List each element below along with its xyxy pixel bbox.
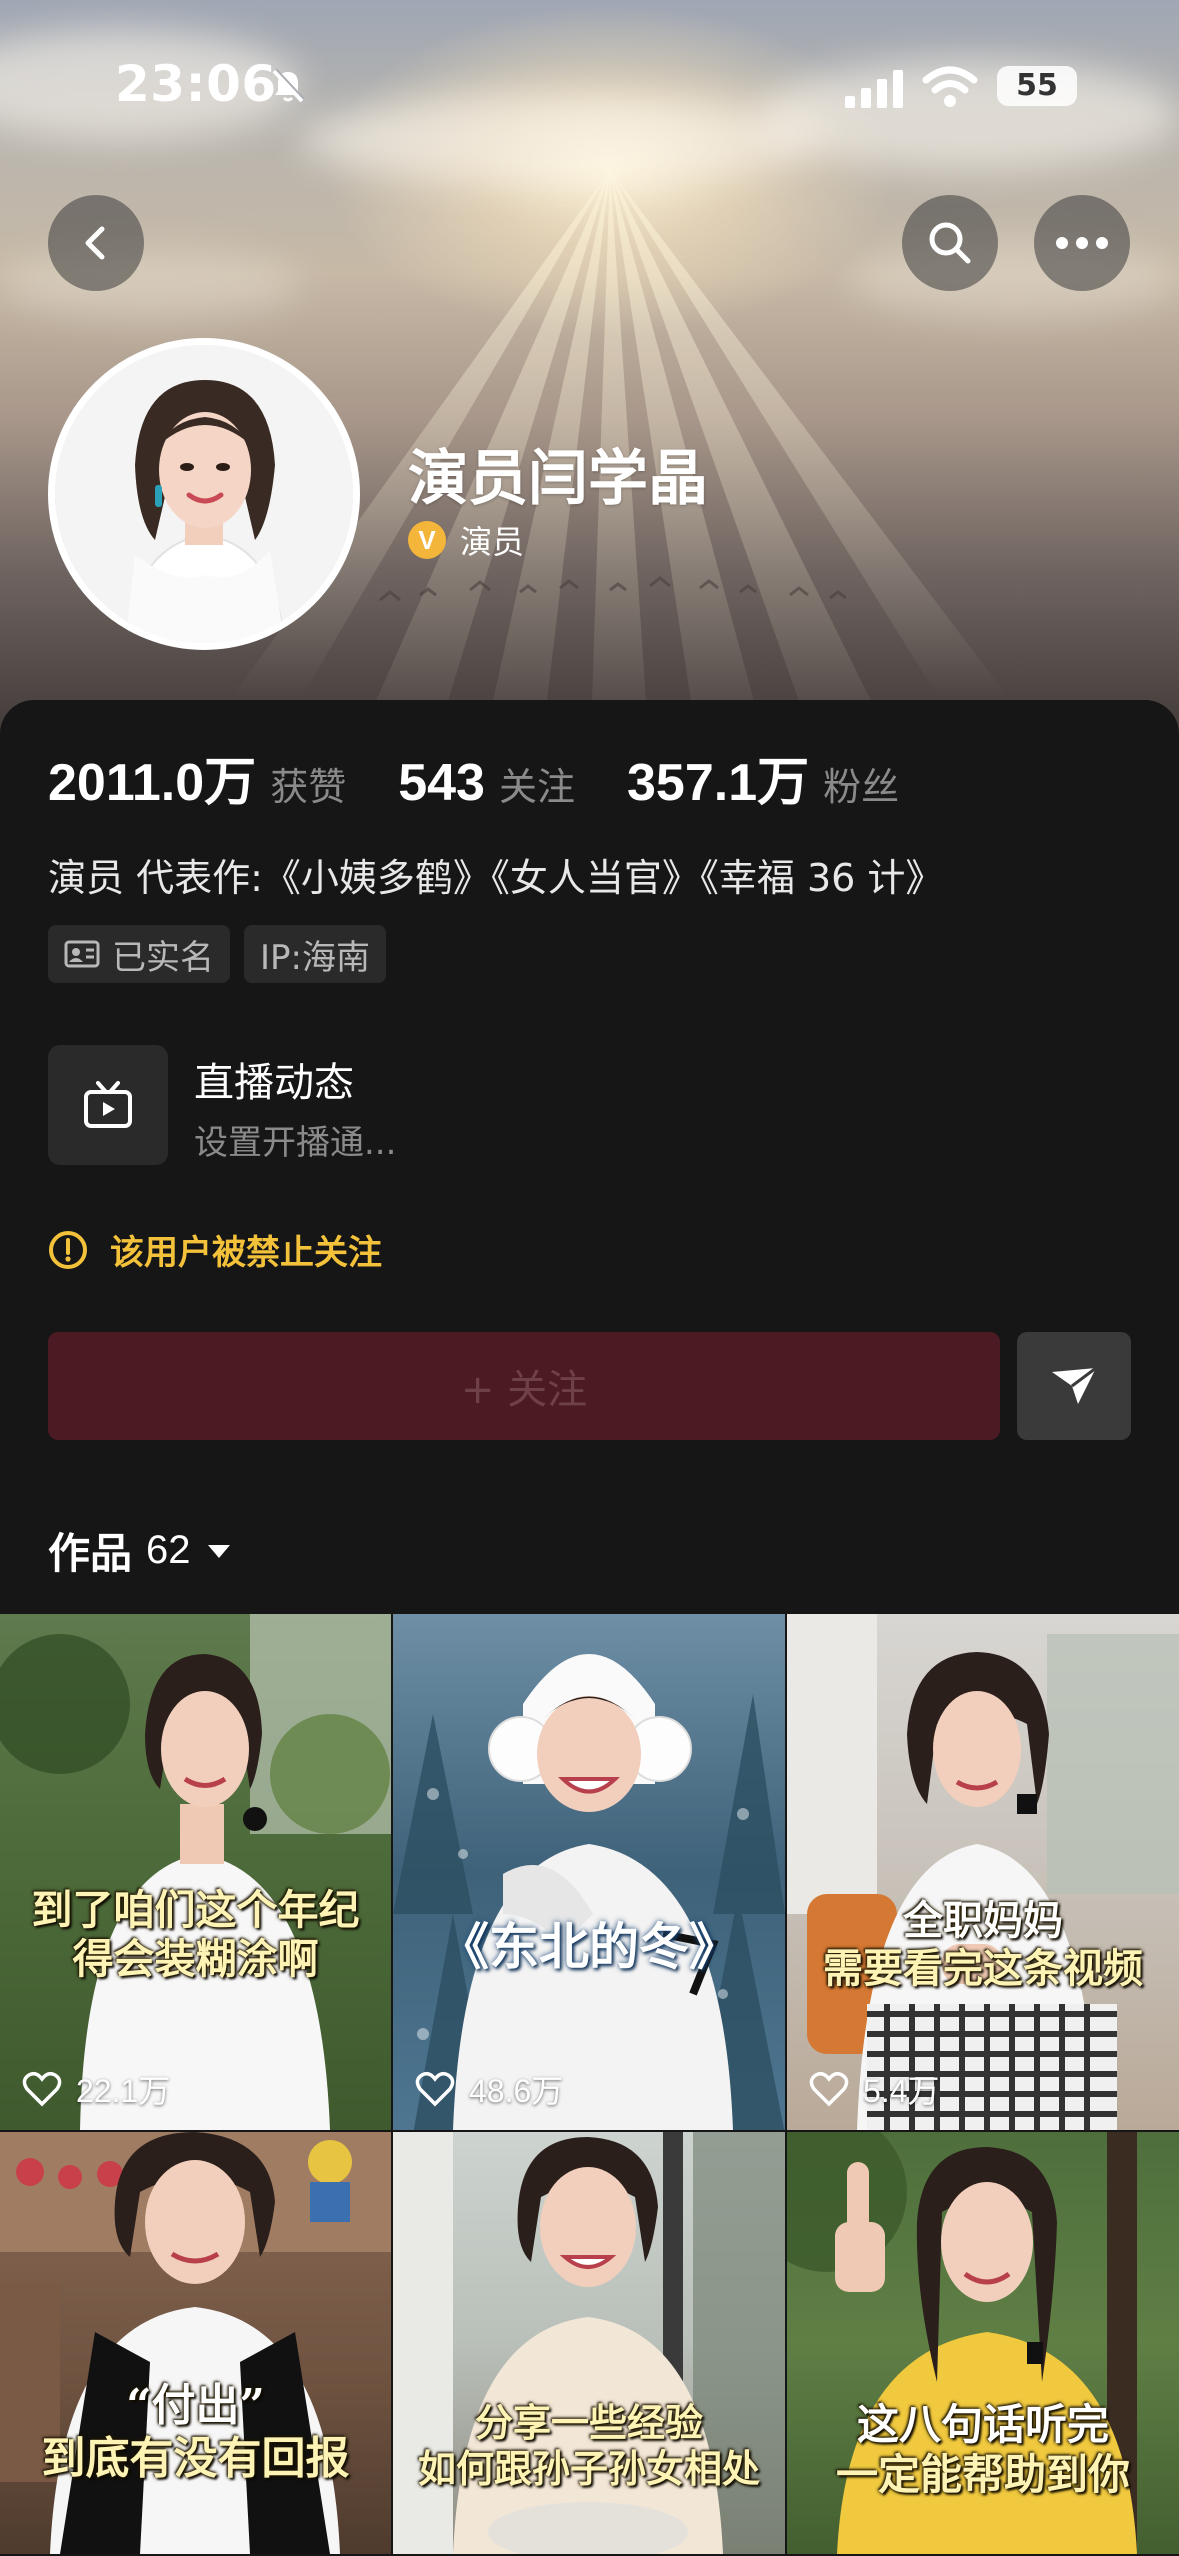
heart-icon [415,2071,455,2107]
search-button[interactable] [902,195,998,291]
video-frame-1 [0,1614,391,2130]
chevron-left-icon [85,226,105,260]
video-like-count: 48.6万 [469,2073,564,2109]
avatar-photo [55,345,353,643]
more-options-button[interactable] [1034,195,1130,291]
live-dynamic-subtitle: 设置开播通... [194,1123,397,1163]
video-thumbnail[interactable]: 到了咱们这个年纪 得会装糊涂啊 22.1万 [0,1614,391,2130]
tag-ip-location: IP:海南 [244,925,386,983]
video-thumbnail[interactable]: “付出” 到底有没有回报 [0,2132,391,2554]
video-thumbnail[interactable]: 这八句话听完 一定能帮助到你 [787,2132,1179,2554]
wifi-icon [922,66,978,107]
followers-count[interactable]: 357.1万 [627,740,809,815]
video-caption-line: 《东北的冬》 [439,1917,739,1976]
bio-text: 演员 代表作:《小姨多鹤》《女人当官》《幸福 36 计》 [48,856,944,900]
video-likes: 5.4万 [809,2066,940,2112]
video-thumbnail[interactable]: 《东北的冬》 48.6万 [393,1614,785,2130]
follow-button[interactable]: + 关注 [48,1332,1000,1440]
works-label: 作品 [48,1529,133,1578]
video-thumbnail[interactable]: 全职妈妈 需要看完这条视频 5.4万 [787,1614,1179,2130]
video-caption-line: “付出” [126,2380,265,2431]
video-caption-line: 如何跟孙子孙女相处 [417,2445,760,2491]
tag-ip-label: IP:海南 [260,937,370,978]
video-likes: 48.6万 [415,2066,563,2112]
likes-count[interactable]: 2011.0万 [48,740,256,815]
cellular-signal-icon [845,70,903,108]
video-frame-2 [393,1654,785,2130]
profile-name: 演员闫学晶 [408,444,708,514]
warning-circle-icon [49,1230,87,1269]
live-dynamic-button[interactable] [48,1045,168,1165]
verified-label: 演员 [460,523,525,561]
status-bar: 23:06 55 [0,0,1179,170]
video-likes: 22.1万 [22,2066,170,2112]
verified-row: V 演员 [408,517,524,563]
video-caption-line: 得会装糊涂啊 [72,1935,319,1984]
video-frame-4 [0,2132,391,2554]
video-caption-line: 一定能帮助到你 [835,2450,1130,2500]
works-count: 62 [146,1528,191,1572]
heart-icon [22,2071,62,2107]
warning-text: 该用户被禁止关注 [110,1233,382,1273]
bell-muted-icon [272,68,305,103]
search-icon [929,222,971,264]
live-dynamic-title[interactable]: 直播动态 [194,1050,354,1108]
avatar[interactable] [48,338,360,650]
verified-badge-icon: V [408,521,446,559]
following-label[interactable]: 关注 [499,756,575,811]
video-caption-line: 需要看完这条视频 [823,1945,1143,1992]
followers-label[interactable]: 粉丝 [823,756,899,811]
video-like-count: 5.4万 [863,2073,940,2109]
paper-plane-icon [1052,1366,1097,1404]
send-message-button[interactable] [1017,1332,1131,1440]
video-caption-line: 到底有没有回报 [41,2432,350,2484]
stats-row: 2011.0万 获赞 543 关注 357.1万 粉丝 [48,740,899,815]
profile-panel: 2011.0万 获赞 543 关注 357.1万 粉丝 演员 代表作:《小姨多鹤… [0,700,1179,1615]
profile-tags: 已实名 IP:海南 [48,925,386,983]
video-caption-line: 分享一些经验 [474,2400,703,2445]
id-card-icon [64,940,100,968]
video-caption-line: 这八句话听完 [856,2400,1109,2449]
following-count[interactable]: 543 [398,753,485,813]
follow-banned-notice: 该用户被禁止关注 [48,1225,382,1274]
tag-real-name: 已实名 [48,925,230,983]
video-caption-line: 到了咱们这个年纪 [31,1886,360,1934]
video-grid: 到了咱们这个年纪 得会装糊涂啊 22.1万 《东北的冬》 48.6万 全职妈妈 … [0,1614,1179,2556]
more-dots-icon [1056,237,1108,249]
heart-icon [809,2071,849,2107]
battery-indicator: 55 [997,66,1077,106]
video-thumbnail[interactable]: 分享一些经验 如何跟孙子孙女相处 [393,2132,785,2554]
caret-down-icon [207,1544,230,1558]
likes-label[interactable]: 获赞 [270,756,346,811]
tv-live-icon [84,1081,132,1128]
video-frame-3 [787,1614,1179,2130]
video-like-count: 22.1万 [76,2073,171,2109]
tag-real-name-label: 已实名 [112,937,214,978]
back-button[interactable] [48,195,144,291]
status-time: 23:06 [115,55,277,113]
video-caption-line: 全职妈妈 [903,1897,1063,1944]
works-tab[interactable]: 作品 62 [48,1520,233,1581]
